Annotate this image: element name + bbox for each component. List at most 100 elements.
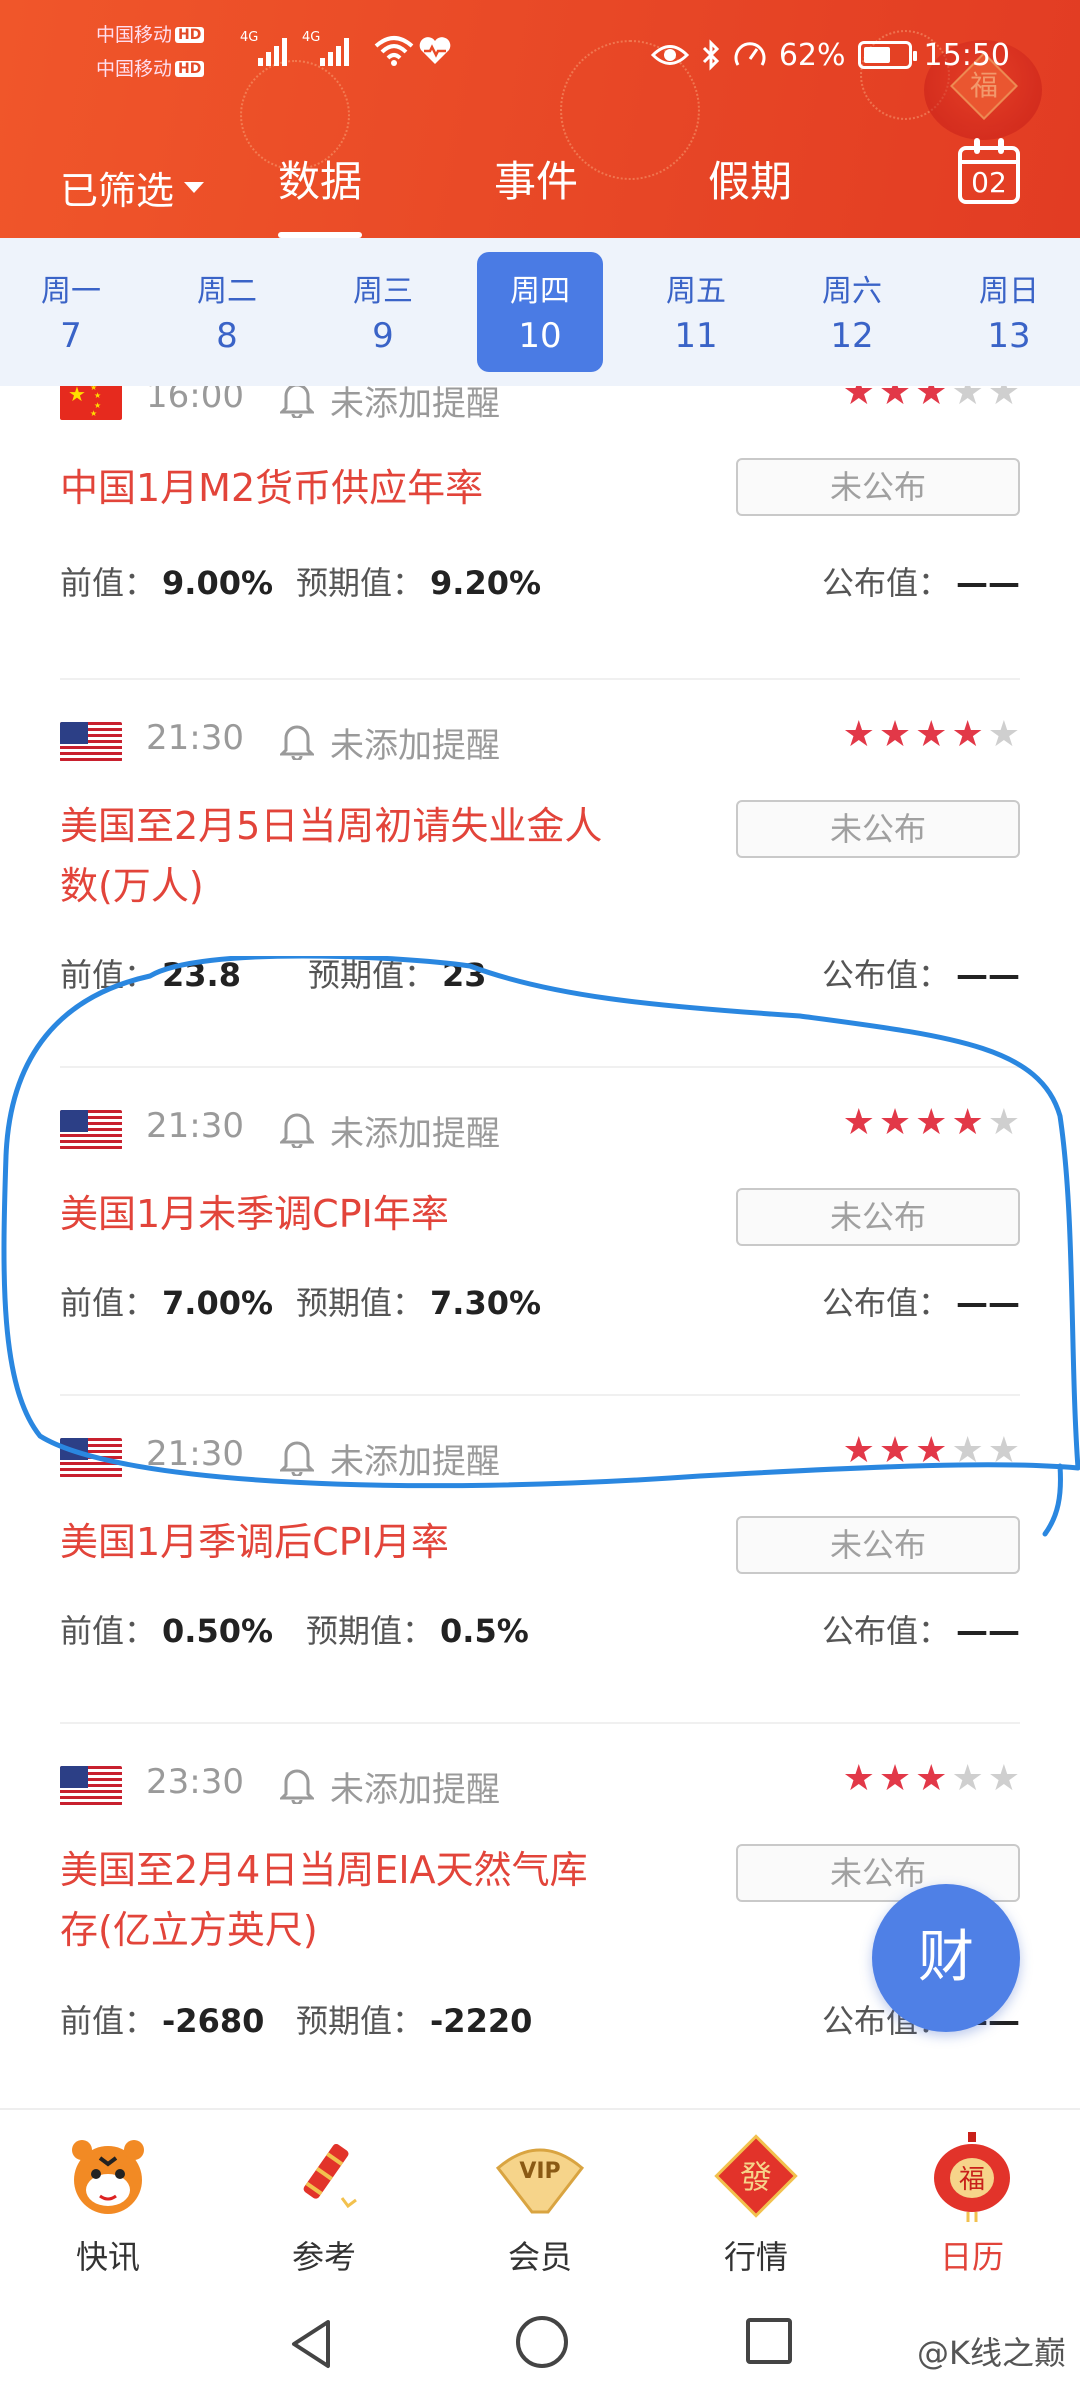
firecracker-icon: [276, 2128, 372, 2224]
publish-status-button[interactable]: 未公布: [736, 1516, 1020, 1574]
event-time: 23:30: [146, 1762, 244, 1802]
reminder-label[interactable]: 未添加提醒: [330, 1434, 500, 1483]
day-wed[interactable]: 周三 9: [320, 252, 446, 372]
day-mon[interactable]: 周一 7: [8, 252, 134, 372]
finance-fab-button[interactable]: 财: [872, 1884, 1020, 2032]
reminder-label[interactable]: 未添加提醒: [330, 1762, 500, 1811]
event-time: 16:00: [146, 386, 244, 416]
bell-icon[interactable]: [280, 386, 314, 418]
star-empty-icon: ★: [987, 1430, 1020, 1471]
day-fri[interactable]: 周五 11: [633, 252, 759, 372]
event-card[interactable]: ★ ★ ★ ★ ★ 16:00 未添加提醒 ★ ★ ★ ★ ★ 中国1月M2货币供应年率 未公布…: [0, 386, 1080, 692]
app-header: 福 中国移动 HD 中国移动 HD 4G 4G 62% 15:50 已筛选 数据…: [0, 0, 1080, 238]
status-bar: 中国移动 HD 中国移动 HD 4G 4G 62% 15:50: [0, 0, 1080, 110]
divider: [60, 678, 1020, 680]
tab-market[interactable]: 發 行情: [686, 2128, 826, 2278]
star-filled-icon: ★: [878, 1758, 912, 1799]
week-selector: 周一 7 周二 8 周三 9 周四 10 周五 11 周六 12 周日 13: [0, 238, 1080, 386]
divider: [60, 1394, 1020, 1396]
fa-diamond-icon: 發: [708, 2128, 804, 2224]
bottom-tab-bar: 快讯 参考 VIP 会员 發 行情 福 日历: [0, 2108, 1080, 2288]
event-card[interactable]: 21:30 未添加提醒 ★ ★ ★ ★ ★ 美国1月季调后CPI月率 未公布 前值： 0.…: [0, 1394, 1080, 1722]
tab-events[interactable]: 事件: [494, 148, 578, 238]
clock: 15:50: [923, 37, 1010, 73]
event-title: 中国1月M2货币供应年率: [60, 466, 484, 510]
event-card[interactable]: 21:30 未添加提醒 ★ ★ ★ ★ ★ 美国1月未季调CPI年率 未公布 前值： 7.…: [0, 1066, 1080, 1394]
publish-status-button[interactable]: 未公布: [736, 458, 1020, 516]
reminder-label[interactable]: 未添加提醒: [330, 718, 500, 767]
us-flag-icon: [60, 1766, 122, 1806]
filter-dropdown[interactable]: 已筛选: [60, 160, 205, 215]
wifi-icon: [374, 36, 414, 66]
star-empty-icon: ★: [987, 1102, 1020, 1143]
star-filled-icon: ★: [842, 386, 875, 413]
importance-stars: ★ ★ ★ ★ ★: [843, 386, 1020, 413]
day-thu[interactable]: 周四 10: [477, 252, 603, 372]
star-filled-icon: ★: [842, 1102, 875, 1143]
event-values: 前值： 9.00% 预期值： 9.20% 公布值： ——: [60, 564, 1020, 602]
star-empty-icon: ★: [951, 1430, 984, 1471]
reminder-label[interactable]: 未添加提醒: [330, 1106, 500, 1155]
vip-fan-icon: VIP: [492, 2128, 588, 2224]
status-right: 62% 15:50: [650, 30, 1010, 80]
top-navigation: 已筛选 数据 事件 假期 02: [0, 138, 1080, 238]
svg-text:福: 福: [959, 2165, 985, 2195]
calendar-icon[interactable]: 02: [958, 138, 1020, 204]
tiger-icon: [60, 2128, 156, 2224]
bell-icon[interactable]: [280, 1108, 314, 1148]
tab-data[interactable]: 数据: [278, 148, 363, 238]
star-empty-icon: ★: [987, 1758, 1020, 1799]
event-title: 美国1月季调后CPI月率: [60, 1520, 449, 1564]
tab-holidays[interactable]: 假期: [708, 148, 792, 238]
event-title: 美国至2月5日当周初请失业金人 数(万人): [60, 804, 603, 908]
event-title: 美国至2月4日当周EIA天然气库 存(亿立方英尺): [60, 1848, 588, 1952]
svg-text:發: 發: [740, 2158, 772, 2196]
caret-down-icon: [184, 182, 205, 193]
us-flag-icon: [60, 722, 122, 762]
signal-icon: [258, 36, 287, 66]
star-filled-icon: ★: [878, 714, 912, 755]
recent-apps-icon[interactable]: [746, 2318, 792, 2364]
battery-percent: 62%: [778, 37, 846, 73]
fu-lantern-icon: 福: [924, 2128, 1020, 2224]
bell-icon[interactable]: [280, 1764, 314, 1804]
back-icon[interactable]: [284, 2316, 340, 2372]
star-filled-icon: ★: [878, 1430, 912, 1471]
event-card[interactable]: 21:30 未添加提醒 ★ ★ ★ ★ ★ 美国至2月5日当周初请失业金人 数(万人) 未…: [0, 678, 1080, 1066]
event-list: ★ ★ ★ ★ ★ 16:00 未添加提醒 ★ ★ ★ ★ ★ 中国1月M2货币供应年率 未公布…: [0, 386, 1080, 2108]
publish-status-button[interactable]: 未公布: [736, 1188, 1020, 1246]
filter-label: 已筛选: [60, 169, 175, 213]
network-type: 4G: [302, 30, 321, 45]
star-filled-icon: ★: [842, 714, 875, 755]
event-values: 前值： -2680 预期值： -2220 公布值： ——: [60, 2002, 1020, 2040]
bell-icon[interactable]: [280, 720, 314, 760]
event-values: 前值： 7.00% 预期值： 7.30% 公布值： ——: [60, 1284, 1020, 1322]
publish-status-button[interactable]: 未公布: [736, 800, 1020, 858]
star-empty-icon: ★: [987, 386, 1020, 413]
divider: [60, 1722, 1020, 1724]
speedometer-icon: [734, 42, 766, 66]
system-navigation-bar: @K线之巅: [0, 2288, 1080, 2400]
bluetooth-icon: [702, 39, 719, 71]
tab-reference[interactable]: 参考: [254, 2128, 394, 2278]
eye-icon: [650, 45, 689, 65]
day-sat[interactable]: 周六 12: [789, 252, 915, 372]
tab-vip[interactable]: VIP 会员: [470, 2128, 610, 2278]
star-filled-icon: ★: [915, 1102, 948, 1143]
day-tue[interactable]: 周二 8: [164, 252, 290, 372]
star-empty-icon: ★: [951, 1758, 984, 1799]
tab-calendar[interactable]: 福 日历: [902, 2128, 1042, 2278]
event-time: 21:30: [146, 1106, 244, 1146]
bell-icon[interactable]: [280, 1436, 314, 1476]
tab-news[interactable]: 快讯: [38, 2128, 178, 2278]
event-values: 前值： 23.8 预期值： 23 公布值： ——: [60, 956, 1020, 994]
home-icon[interactable]: [516, 2316, 568, 2368]
importance-stars: ★ ★ ★ ★ ★: [843, 1430, 1020, 1471]
day-sun[interactable]: 周日 13: [946, 252, 1072, 372]
divider: [60, 1066, 1020, 1068]
reminder-label[interactable]: 未添加提醒: [330, 386, 500, 425]
star-filled-icon: ★: [915, 1758, 948, 1799]
star-filled-icon: ★: [915, 1430, 948, 1471]
star-filled-icon: ★: [915, 386, 948, 413]
star-empty-icon: ★: [951, 386, 984, 413]
